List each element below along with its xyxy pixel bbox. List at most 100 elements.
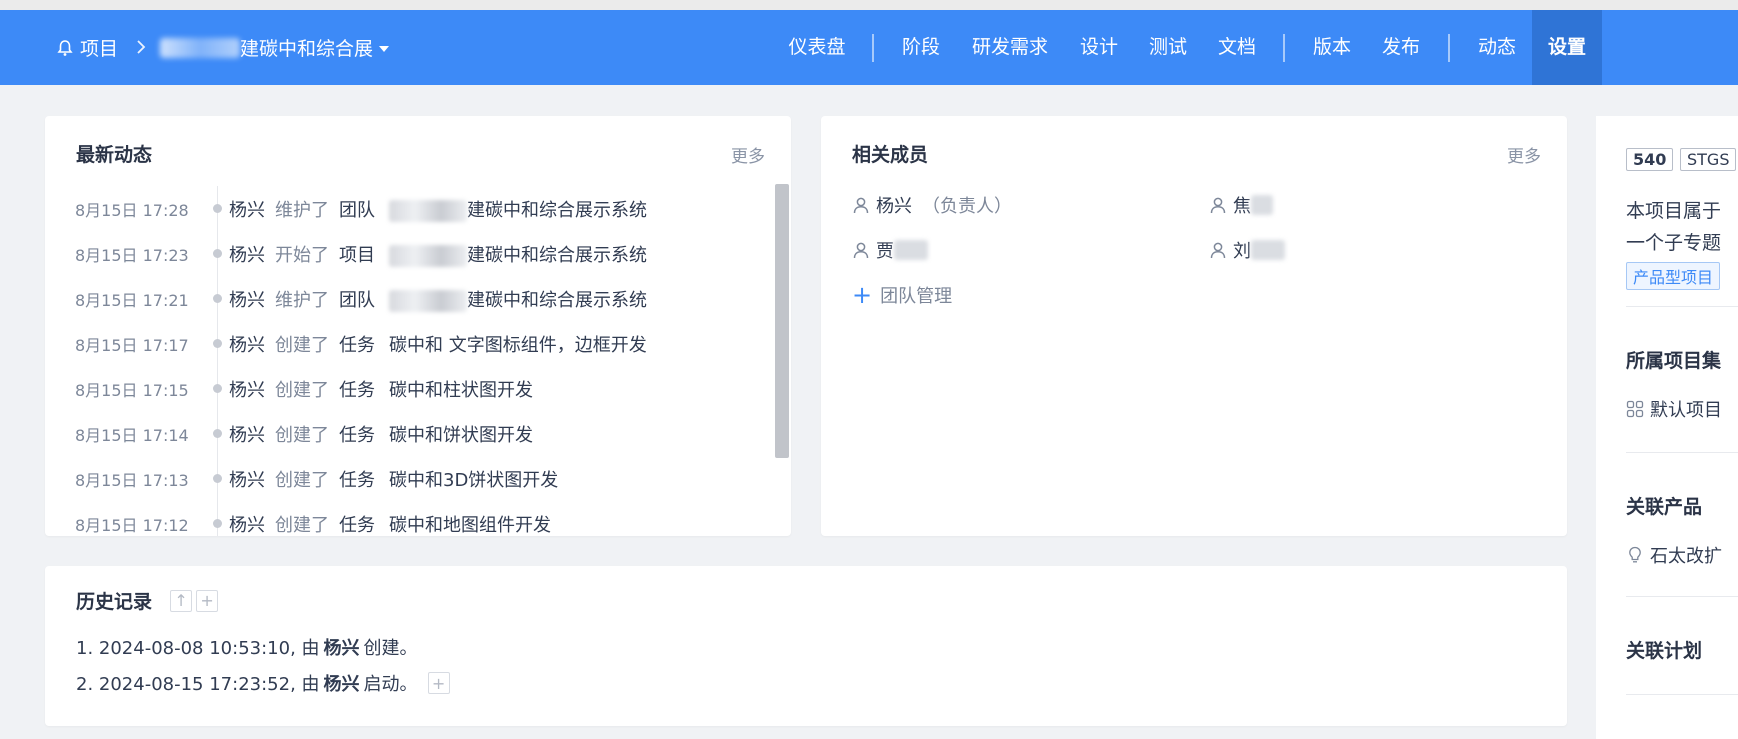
activity-user[interactable]: 杨兴: [229, 380, 265, 401]
activity-target[interactable]: 碳中和3D饼状图开发: [389, 470, 558, 491]
redacted-name: [1251, 195, 1273, 215]
activity-scrollbar-thumb[interactable]: [775, 184, 789, 458]
team-manage-label: 团队管理: [880, 286, 953, 307]
activity-time: 8月15日 17:23: [75, 245, 189, 265]
project-id-tag: 540: [1626, 148, 1674, 171]
activity-target[interactable]: 建碳中和综合展示系统: [467, 290, 647, 311]
nav-release[interactable]: 发布: [1378, 10, 1424, 85]
nav-dashboard[interactable]: 仪表盘: [782, 10, 852, 85]
activity-time: 8月15日 17:21: [75, 290, 189, 310]
activity-verb: 创建了: [275, 514, 329, 536]
divider: [1626, 452, 1738, 453]
activity-user[interactable]: 杨兴: [229, 245, 265, 266]
program-link[interactable]: 默认项目: [1626, 396, 1722, 422]
activity-target[interactable]: 建碳中和综合展示系统: [467, 200, 647, 221]
nav-settings[interactable]: 设置: [1532, 10, 1602, 85]
history-line-user: 杨兴: [323, 674, 360, 695]
nav-requirements[interactable]: 研发需求: [968, 10, 1052, 85]
activity-verb: 维护了: [275, 199, 329, 221]
timeline-dot: [213, 429, 222, 438]
members-title: 相关成员: [852, 144, 929, 166]
breadcrumb-root[interactable]: 项目: [80, 34, 118, 61]
activity-kind: 项目: [339, 244, 375, 266]
timeline-dot: [213, 474, 222, 483]
chevron-right-icon: [136, 37, 146, 59]
product-link-label: 石太改扩: [1650, 546, 1722, 567]
activity-time: 8月15日 17:14: [75, 425, 189, 445]
nav-divider: [872, 34, 874, 62]
expand-plus-icon[interactable]: +: [427, 672, 450, 694]
activity-user[interactable]: 杨兴: [229, 425, 265, 446]
timeline-dot: [213, 339, 222, 348]
plus-icon: +: [852, 281, 873, 309]
history-line: 2. 2024-08-15 17:23:52, 由 杨兴 启动。 +: [76, 670, 450, 696]
expand-plus-icon[interactable]: +: [196, 589, 219, 612]
activity-verb: 创建了: [275, 379, 329, 401]
program-section-title: 所属项目集: [1626, 350, 1722, 372]
program-link-label: 默认项目: [1650, 400, 1722, 421]
activity-verb: 维护了: [275, 289, 329, 311]
activity-user[interactable]: 杨兴: [229, 200, 265, 221]
user-icon: [1209, 241, 1227, 259]
nav-version[interactable]: 版本: [1309, 10, 1355, 85]
member-item[interactable]: 贾: [852, 237, 928, 263]
activity-scrollbar[interactable]: [775, 184, 789, 536]
member-item[interactable]: 刘: [1209, 237, 1285, 263]
activity-time: 8月15日 17:12: [75, 515, 189, 535]
plan-section-title: 关联计划: [1626, 640, 1703, 662]
divider: [1626, 596, 1738, 597]
nav-design[interactable]: 设计: [1076, 10, 1122, 85]
member-name: 焦: [1233, 196, 1251, 217]
members-more-link[interactable]: 更多: [1507, 142, 1541, 167]
activity-user[interactable]: 杨兴: [229, 290, 265, 311]
nav-testing[interactable]: 测试: [1145, 10, 1191, 85]
product-section-title: 关联产品: [1626, 496, 1703, 518]
activity-text: 杨兴 创建了 任务 碳中和3D饼状图开发: [229, 466, 558, 492]
nav-divider: [1448, 34, 1450, 62]
activity-kind: 任务: [339, 379, 375, 401]
activity-target[interactable]: 碳中和柱状图开发: [389, 380, 533, 401]
member-item[interactable]: 杨兴 （负责人）: [852, 192, 1012, 218]
project-bell-icon: [56, 39, 74, 57]
divider: [1626, 694, 1738, 695]
project-breadcrumb[interactable]: 项目 建碳中和综合展: [56, 10, 390, 85]
activity-user[interactable]: 杨兴: [229, 470, 265, 491]
project-description-line: 一个子专题: [1626, 232, 1722, 254]
user-icon: [852, 196, 870, 214]
activity-user[interactable]: 杨兴: [229, 335, 265, 356]
member-item[interactable]: 焦: [1209, 192, 1273, 218]
timeline-dot: [213, 249, 222, 258]
history-line-prefix: 2. 2024-08-15 17:23:52, 由: [76, 674, 320, 695]
nav-divider: [1283, 34, 1285, 62]
caret-down-icon[interactable]: [379, 45, 390, 52]
activity-time: 8月15日 17:28: [75, 200, 189, 220]
activity-target[interactable]: 建碳中和综合展示系统: [467, 245, 647, 266]
nav-stage[interactable]: 阶段: [898, 10, 944, 85]
timeline-dot: [213, 384, 222, 393]
team-manage-button[interactable]: + 团队管理: [852, 282, 952, 308]
activity-target[interactable]: 碳中和地图组件开发: [389, 515, 551, 536]
activity-target[interactable]: 碳中和饼状图开发: [389, 425, 533, 446]
timeline-dot: [213, 519, 222, 528]
activity-user[interactable]: 杨兴: [229, 515, 265, 536]
product-link[interactable]: 石太改扩: [1626, 542, 1722, 568]
sort-up-icon[interactable]: ↑: [170, 589, 193, 612]
activity-text: 杨兴 创建了 任务 碳中和 文字图标组件，边框开发: [229, 331, 647, 357]
activity-time: 8月15日 17:15: [75, 380, 189, 400]
history-line-suffix: 启动。: [363, 674, 418, 695]
activity-more-link[interactable]: 更多: [731, 142, 765, 167]
member-name: 刘: [1233, 241, 1251, 262]
member-name: 杨兴: [876, 196, 912, 217]
top-nav-bar: 项目 建碳中和综合展 仪表盘 阶段 研发需求 设计 测试 文档 版本 发布 动态…: [0, 10, 1738, 85]
activity-kind: 任务: [339, 424, 375, 446]
nav-activity[interactable]: 动态: [1474, 10, 1520, 85]
history-line-user: 杨兴: [323, 638, 360, 659]
activity-text: 杨兴 维护了 团队 建碳中和综合展示系统: [229, 196, 647, 222]
member-role: （负责人）: [922, 196, 1012, 217]
project-name[interactable]: 建碳中和综合展: [240, 34, 373, 61]
lightbulb-icon: [1626, 546, 1644, 564]
timeline-dot: [213, 294, 222, 303]
activity-target[interactable]: 碳中和 文字图标组件，边框开发: [389, 335, 647, 356]
activity-text: 杨兴 开始了 项目 建碳中和综合展示系统: [229, 241, 647, 267]
nav-docs[interactable]: 文档: [1214, 10, 1260, 85]
